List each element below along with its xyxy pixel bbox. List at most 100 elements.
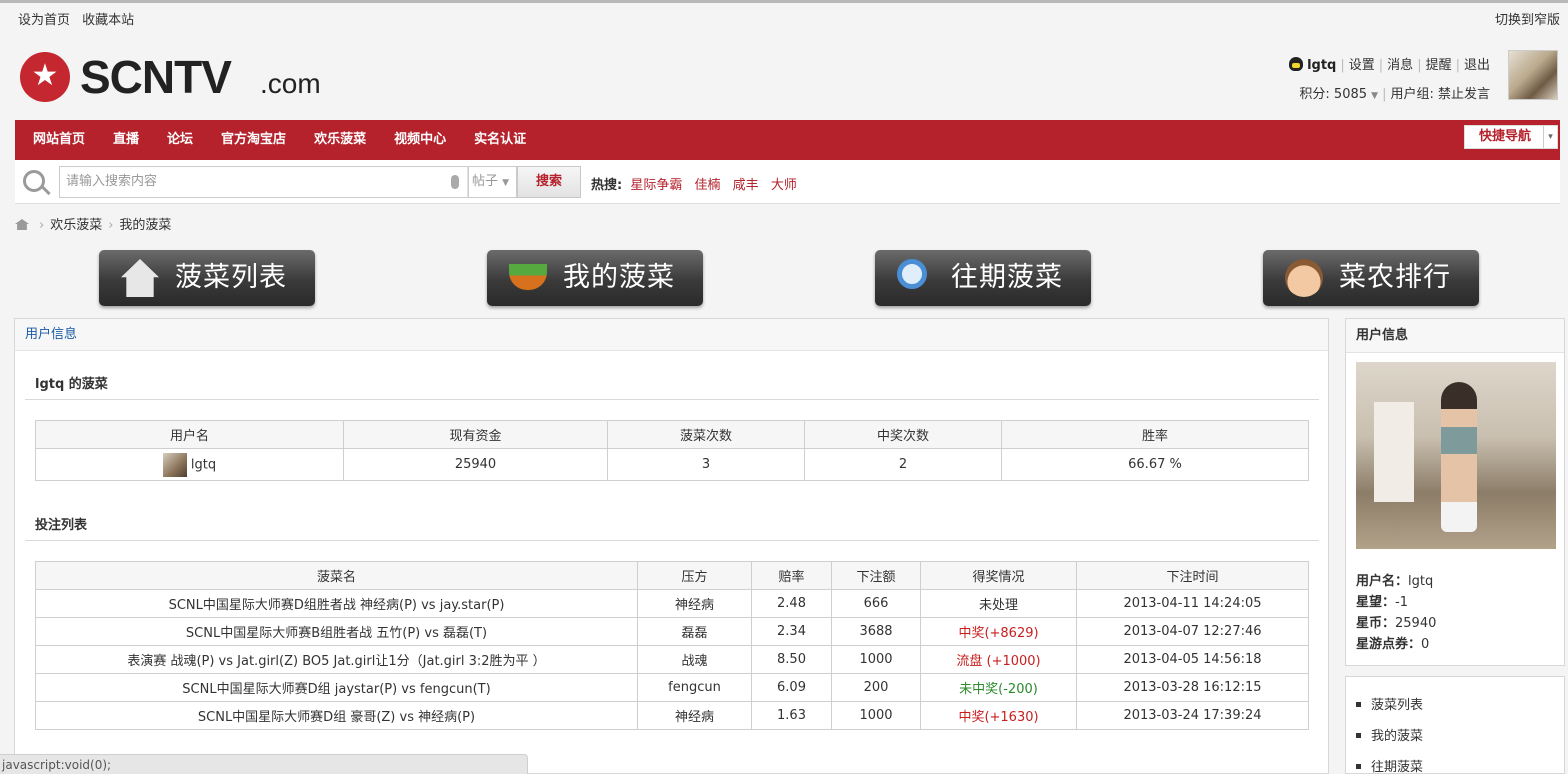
chevron-down-icon: ▼ <box>1371 91 1379 101</box>
side-panel-title: 用户信息 <box>1346 319 1564 353</box>
top-left-links: 设为首页 收藏本站 <box>18 9 142 28</box>
breadcrumb: › 欢乐菠菜 › 我的菠菜 <box>15 214 171 233</box>
past-bets-button[interactable]: 往期菠菜 <box>875 250 1091 306</box>
site-logo[interactable]: ★ SCNTV .com <box>20 50 350 102</box>
farmer-ranking-button[interactable]: 菜农排行 <box>1263 250 1479 306</box>
qq-penguin-icon <box>1289 57 1304 71</box>
info-prestige: 星望：-1 <box>1356 595 1408 610</box>
home-icon[interactable] <box>15 219 29 230</box>
breadcrumb-level2[interactable]: 我的菠菜 <box>119 218 171 233</box>
bet-name-cell[interactable]: SCNL中国星际大师赛D组 豪哥(Z) vs 神经病(P) <box>35 701 638 730</box>
hot-search-term[interactable]: 咸丰 <box>733 178 759 193</box>
bet-name-cell[interactable]: SCNL中国星际大师赛B组胜者战 五竹(P) vs 磊磊(T) <box>35 617 638 646</box>
column-header: 赔率 <box>751 561 832 590</box>
column-header: 下注额 <box>831 561 921 590</box>
username-cell: lgtq <box>35 448 344 481</box>
nav-item[interactable]: 论坛 <box>167 132 193 147</box>
result-cell: 未中奖(-200) <box>920 673 1077 702</box>
user-summary-table: 用户名 现有资金 菠菜次数 中奖次数 胜率 lgtq 25940 3 2 66.… <box>35 420 1309 481</box>
breadcrumb-level1[interactable]: 欢乐菠菜 <box>50 218 102 233</box>
logo-dotcom: .com <box>260 68 321 99</box>
result-cell: 流盘 (+1000) <box>920 645 1077 674</box>
odds-cell: 1.63 <box>751 701 832 730</box>
house-icon <box>121 259 159 297</box>
search-button[interactable]: 搜索 <box>517 166 581 198</box>
amount-cell: 666 <box>831 589 921 618</box>
bet-name-cell[interactable]: 表演赛 战魂(P) vs Jat.girl(Z) BO5 Jat.girl让1分… <box>35 645 638 674</box>
nav-item[interactable]: 视频中心 <box>394 132 446 147</box>
column-header: 得奖情况 <box>920 561 1077 590</box>
hot-search-term[interactable]: 星际争霸 <box>630 178 682 193</box>
bet-list-button[interactable]: 菠菜列表 <box>99 250 315 306</box>
win-rate-cell: 66.67 % <box>1001 448 1309 481</box>
amount-cell: 1000 <box>831 701 921 730</box>
side-cell: 神经病 <box>637 589 752 618</box>
search-type-select[interactable]: 帖子 ▼ <box>467 166 517 198</box>
result-cell: 中奖(+8629) <box>920 617 1077 646</box>
time-cell: 2013-04-11 14:24:05 <box>1076 589 1309 618</box>
result-cell: 中奖(+1630) <box>920 701 1077 730</box>
switch-width-link[interactable]: 切换到窄版 <box>1495 9 1560 28</box>
search-input[interactable]: 请输入搜索内容 <box>59 166 469 198</box>
info-vouchers: 星游点券：0 <box>1356 637 1430 652</box>
quick-nav-button[interactable]: 快捷导航 ▾ <box>1464 125 1558 149</box>
table-row: lgtq 25940 3 2 66.67 % <box>35 448 1309 481</box>
nav-item[interactable]: 直播 <box>113 132 139 147</box>
browser-status-bar: javascript:void(0); <box>0 754 528 774</box>
user-links: lgtq | 设置 | 消息 | 提醒 | 退出 <box>1289 54 1490 73</box>
hot-searches: 热搜: 星际争霸 佳楠 咸丰 大师 <box>591 174 805 193</box>
points-dropdown[interactable]: 积分: 5085 <box>1299 87 1367 102</box>
side-link-bet-list[interactable]: 菠菜列表 <box>1356 695 1423 726</box>
bet-name-cell[interactable]: SCNL中国星际大师赛D组胜者战 神经病(P) vs jay.star(P) <box>35 589 638 618</box>
my-bets-button[interactable]: 我的菠菜 <box>487 250 703 306</box>
farmer-face-icon <box>1285 259 1323 297</box>
table-row: 表演赛 战魂(P) vs Jat.girl(Z) BO5 Jat.girl让1分… <box>35 645 1309 674</box>
bet-name-cell[interactable]: SCNL中国星际大师赛D组 jaystar(P) vs fengcun(T) <box>35 673 638 702</box>
side-cell: 磊磊 <box>637 617 752 646</box>
column-header: 菠菜名 <box>35 561 638 590</box>
side-links-panel: 菠菜列表 我的菠菜 往期菠菜 <box>1345 676 1565 774</box>
hot-search-term[interactable]: 大师 <box>771 178 797 193</box>
nav-item[interactable]: 实名认证 <box>474 132 526 147</box>
user-box: lgtq | 设置 | 消息 | 提醒 | 退出 积分: 5085 ▼ | 用户组: 禁止发言 <box>1138 50 1558 102</box>
divider <box>25 540 1319 541</box>
bookmark-link[interactable]: 收藏本站 <box>82 13 134 28</box>
nav-item[interactable]: 官方淘宝店 <box>221 132 286 147</box>
hot-search-label: 热搜: <box>591 178 623 193</box>
side-cell: 神经病 <box>637 701 752 730</box>
side-cell: fengcun <box>637 673 752 702</box>
username-link[interactable]: lgtq <box>1307 58 1336 73</box>
logout-link[interactable]: 退出 <box>1464 58 1490 73</box>
wins-cell: 2 <box>804 448 1002 481</box>
settings-link[interactable]: 设置 <box>1349 58 1375 73</box>
side-link-past-bets[interactable]: 往期菠菜 <box>1356 757 1423 774</box>
set-home-link[interactable]: 设为首页 <box>18 13 70 28</box>
odds-cell: 6.09 <box>751 673 832 702</box>
nav-item[interactable]: 网站首页 <box>33 132 85 147</box>
table-row: SCNL中国星际大师赛D组胜者战 神经病(P) vs jay.star(P) 神经… <box>35 589 1309 618</box>
reminders-link[interactable]: 提醒 <box>1426 58 1452 73</box>
avatar[interactable] <box>1508 50 1558 100</box>
user-group: 用户组: 禁止发言 <box>1390 87 1490 102</box>
nav-item[interactable]: 欢乐菠菜 <box>314 132 366 147</box>
messages-link[interactable]: 消息 <box>1387 58 1413 73</box>
microphone-icon[interactable] <box>451 175 459 189</box>
column-header: 菠菜次数 <box>607 420 805 449</box>
hot-search-term[interactable]: 佳楠 <box>695 178 721 193</box>
nav-items: 网站首页 直播 论坛 官方淘宝店 欢乐菠菜 视频中心 实名认证 <box>33 120 554 160</box>
table-row: SCNL中国星际大师赛B组胜者战 五竹(P) vs 磊磊(T) 磊磊 2.34 368… <box>35 617 1309 646</box>
column-header: 现有资金 <box>343 420 608 449</box>
odds-cell: 8.50 <box>751 645 832 674</box>
amount-cell: 200 <box>831 673 921 702</box>
result-cell: 未处理 <box>920 589 1077 618</box>
amount-cell: 1000 <box>831 645 921 674</box>
logo-wordmark: SCNTV <box>80 51 232 103</box>
vegetable-bowl-icon <box>509 264 547 290</box>
username-value[interactable]: lgtq <box>191 457 216 472</box>
column-header: 用户名 <box>35 420 344 449</box>
info-username: 用户名：lgtq <box>1356 574 1434 589</box>
column-header: 中奖次数 <box>804 420 1002 449</box>
side-link-my-bets[interactable]: 我的菠菜 <box>1356 726 1423 757</box>
time-cell: 2013-04-05 14:56:18 <box>1076 645 1309 674</box>
side-cell: 战魂 <box>637 645 752 674</box>
